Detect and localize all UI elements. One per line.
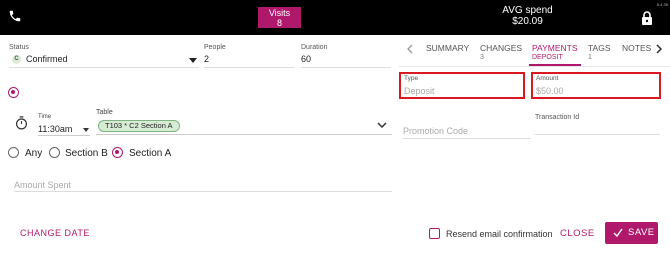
tab-changes[interactable]: CHANGES 3: [480, 43, 522, 63]
version-label: 5.4.39: [656, 2, 668, 7]
duration-label: Duration: [301, 44, 328, 51]
payment-type-label: Type: [404, 75, 419, 82]
tab-tags-count: 1: [588, 54, 592, 61]
radio-section-a[interactable]: [112, 147, 123, 158]
avg-spend-label: AVG spend: [502, 5, 553, 16]
status-label: Status: [9, 44, 29, 51]
payment-amount-label: Amount: [536, 75, 559, 82]
tab-payments-sub: DEPOSIT: [532, 54, 563, 61]
payment-type-placeholder: Deposit: [404, 86, 435, 96]
tab-notes[interactable]: NOTES: [622, 43, 651, 53]
people-input[interactable]: 2: [204, 53, 294, 68]
chevron-down-icon[interactable]: [377, 121, 387, 129]
transaction-id-label: Transaction Id: [535, 114, 580, 121]
resend-email-label: Resend email confirmation: [446, 229, 553, 239]
promotion-code-input[interactable]: Promotion Code: [403, 126, 531, 139]
table-label: Table: [96, 109, 113, 116]
tab-payments-label: PAYMENTS: [532, 43, 578, 53]
booking-radio[interactable]: [8, 87, 19, 98]
amount-spent-input[interactable]: Amount Spent: [14, 180, 392, 192]
transaction-id-input[interactable]: [535, 134, 660, 135]
duration-input[interactable]: 60: [301, 53, 391, 68]
radio-any-label: Any: [25, 148, 43, 159]
status-select[interactable]: C Confirmed: [9, 53, 199, 68]
payment-amount-placeholder: $50.00: [536, 86, 564, 96]
check-icon: [613, 228, 623, 237]
tabs-next-icon[interactable]: [655, 44, 663, 54]
avg-spend: AVG spend $20.09: [470, 5, 585, 27]
lock-icon[interactable]: [641, 11, 653, 25]
tab-notes-label: NOTES: [622, 43, 652, 53]
people-value: 2: [204, 54, 210, 64]
status-value: Confirmed: [26, 54, 68, 64]
close-button[interactable]: CLOSE: [560, 228, 595, 239]
radio-section-a-label: Section A: [129, 148, 172, 159]
dropdown-arrow-icon: [189, 58, 197, 63]
visits-count: 8: [276, 18, 282, 28]
time-value: 11:30am: [38, 124, 73, 134]
change-date-button[interactable]: CHANGE DATE: [20, 228, 90, 238]
tab-payments[interactable]: PAYMENTS DEPOSIT: [532, 43, 578, 63]
top-bar: Visits 8 AVG spend $20.09 5.4.39: [0, 0, 670, 35]
duration-value: 60: [301, 54, 312, 64]
save-button[interactable]: SAVE: [605, 222, 658, 244]
radio-section-b[interactable]: [49, 147, 60, 158]
tab-summary[interactable]: SUMMARY: [426, 43, 469, 53]
table-chip[interactable]: T103 * C2 Section A: [98, 120, 180, 132]
tab-summary-label: SUMMARY: [426, 43, 470, 53]
status-badge: C: [12, 55, 21, 64]
tabs-prev-icon[interactable]: [406, 44, 414, 54]
resend-email-checkbox[interactable]: [429, 228, 440, 239]
active-tab-indicator: [529, 64, 581, 66]
tab-tags-label: TAGS: [588, 43, 611, 53]
people-label: People: [204, 44, 226, 51]
phone-icon[interactable]: [8, 9, 22, 23]
payment-amount-field[interactable]: Amount $50.00: [531, 72, 661, 99]
tabs-divider: [399, 66, 670, 67]
time-dropdown-icon: [83, 128, 89, 132]
time-label: Time: [38, 114, 52, 120]
table-select[interactable]: T103 * C2 Section A: [96, 118, 392, 135]
radio-section-b-label: Section B: [65, 148, 108, 159]
visits-label: Visits: [268, 8, 291, 18]
visits-badge[interactable]: Visits 8: [258, 7, 301, 28]
tab-tags[interactable]: TAGS 1: [588, 43, 611, 63]
timer-icon: [15, 116, 28, 130]
save-button-label: SAVE: [628, 227, 655, 238]
tab-changes-count: 3: [480, 54, 484, 61]
radio-any[interactable]: [8, 147, 19, 158]
payment-type-field[interactable]: Type Deposit: [399, 72, 525, 99]
time-select[interactable]: 11:30am: [38, 123, 90, 136]
avg-spend-value: $20.09: [512, 16, 543, 27]
tab-changes-label: CHANGES: [480, 43, 523, 53]
